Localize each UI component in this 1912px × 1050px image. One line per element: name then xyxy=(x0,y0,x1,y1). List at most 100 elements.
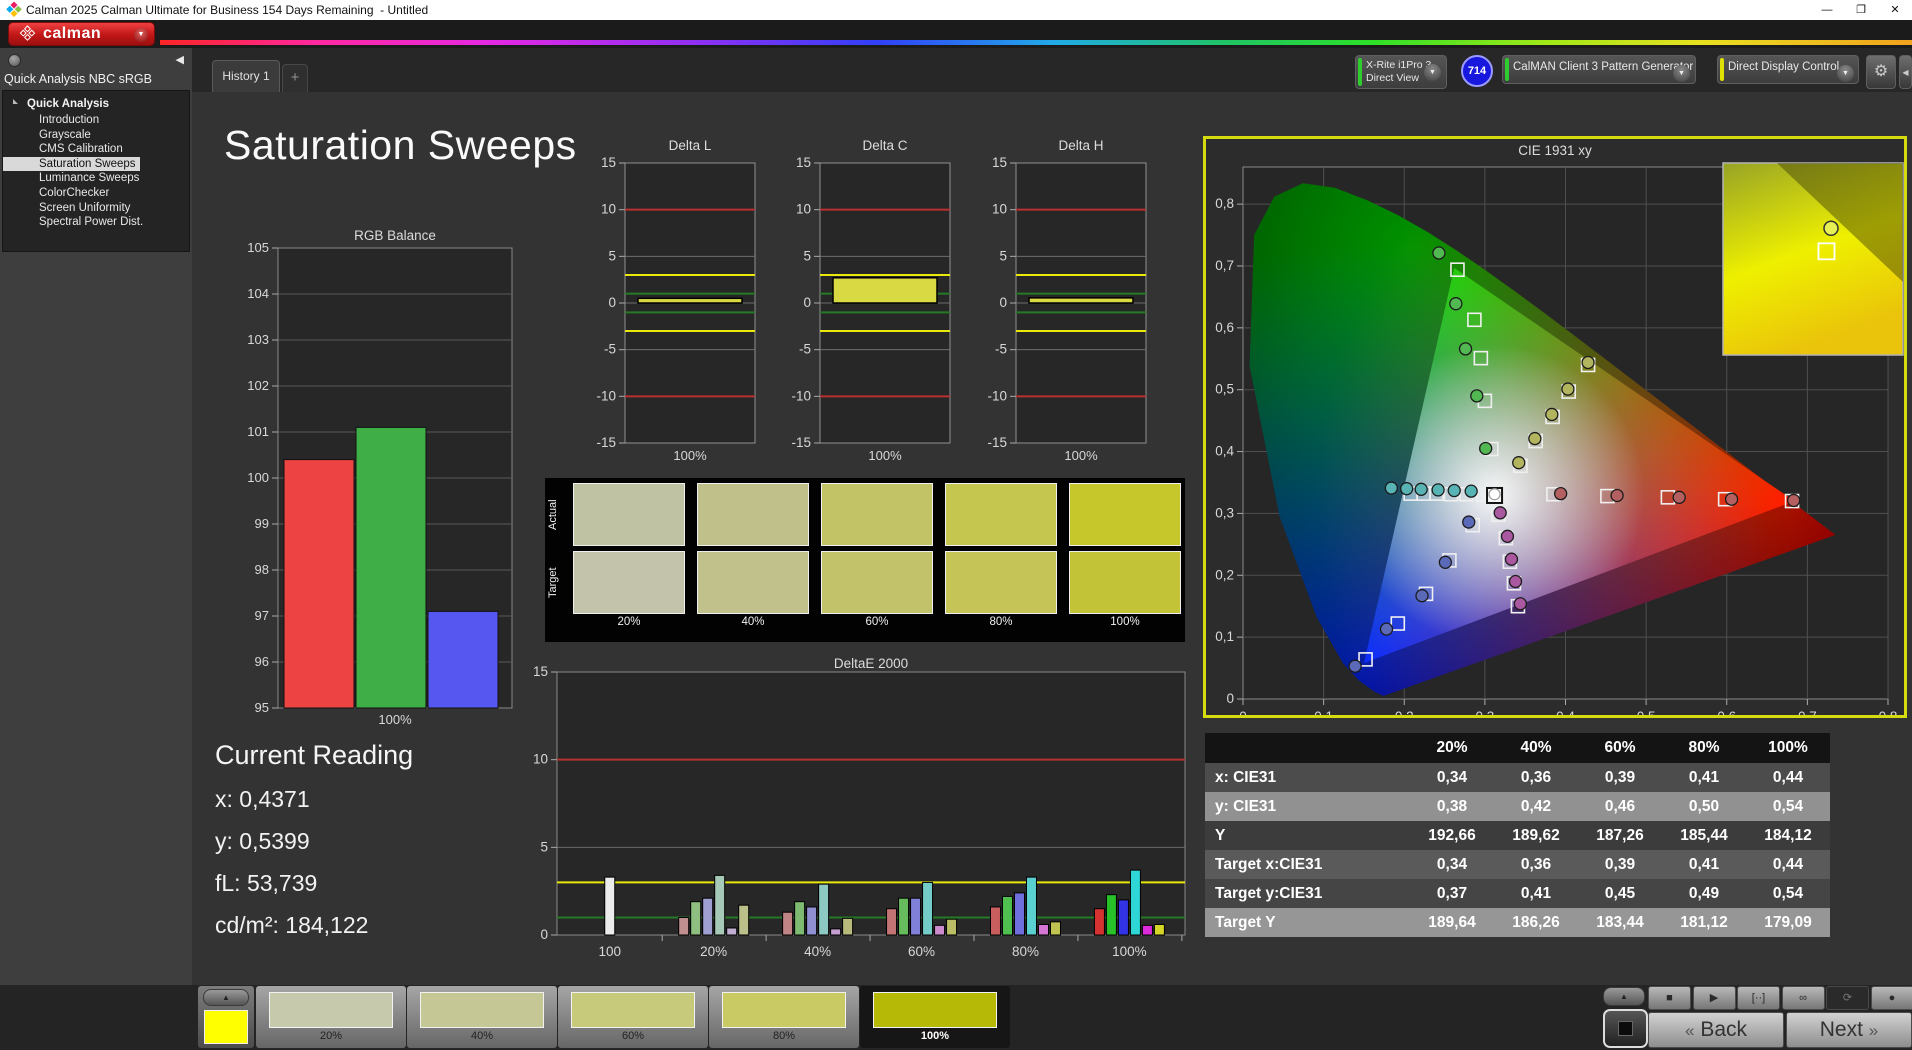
refresh-button[interactable]: ⟳ xyxy=(1826,986,1869,1010)
pattern-swatch-20%[interactable]: 20% xyxy=(256,986,406,1048)
table-cell: 0,36 xyxy=(1520,856,1552,873)
chevron-down-icon[interactable]: ▼ xyxy=(134,28,148,42)
workflow-radio-icon[interactable] xyxy=(8,54,21,67)
settings-button[interactable]: ⚙ xyxy=(1866,55,1896,89)
svg-text:0,8: 0,8 xyxy=(1215,196,1234,211)
tree-root[interactable]: Quick Analysis xyxy=(3,97,189,113)
play-button[interactable]: ▶ xyxy=(1692,986,1736,1010)
swatch-column-label: 80% xyxy=(989,616,1013,628)
svg-text:5: 5 xyxy=(999,248,1007,263)
actual-swatch-80% xyxy=(945,483,1057,546)
meter-reading-badge[interactable]: 714 xyxy=(1461,55,1493,87)
svg-text:100: 100 xyxy=(598,944,621,959)
sidebar-item-saturation-sweeps[interactable]: Saturation Sweeps xyxy=(3,156,140,172)
tab-history-1[interactable]: History 1 xyxy=(212,60,280,92)
svg-text:10: 10 xyxy=(992,202,1007,217)
add-tab-button[interactable]: + xyxy=(282,64,308,92)
sidebar-item-grayscale[interactable]: Grayscale xyxy=(3,128,189,143)
back-button[interactable]: « Back xyxy=(1648,1012,1784,1048)
sidebar-item-spectral-power-dist-[interactable]: Spectral Power Dist. xyxy=(3,215,189,230)
minimize-icon[interactable]: — xyxy=(1810,0,1844,20)
next-button[interactable]: Next » xyxy=(1786,1012,1912,1048)
sidebar-collapse-icon[interactable]: ◀ xyxy=(176,53,184,66)
svg-text:100: 100 xyxy=(247,470,269,485)
pattern-generator-dropdown[interactable]: CalMAN Client 3 Pattern Generator ▼ xyxy=(1502,55,1696,84)
table-cell: 183,44 xyxy=(1596,914,1644,931)
pattern-swatch-100%[interactable]: 100% xyxy=(860,986,1010,1048)
table-cell: 0,41 xyxy=(1520,885,1552,902)
window-title: Calman 2025 Calman Ultimate for Business… xyxy=(26,3,429,17)
svg-text:105: 105 xyxy=(247,240,269,255)
delta-l-chart: 15 10 5 0 -5 -10 -15 xyxy=(596,155,756,450)
svg-text:0,6: 0,6 xyxy=(1215,320,1234,335)
workflow-title: Quick Analysis NBC sRGB xyxy=(4,72,152,86)
pattern-swatch-80%[interactable]: 80% xyxy=(709,986,859,1048)
sidebar-item-cms-calibration[interactable]: CMS Calibration xyxy=(3,142,189,157)
svg-text:0,6: 0,6 xyxy=(1717,709,1736,715)
svg-text:0: 0 xyxy=(1239,709,1247,715)
chevron-down-icon[interactable]: ▼ xyxy=(1837,65,1854,82)
chevron-down-icon[interactable]: ▼ xyxy=(1673,65,1690,82)
table-cell: 0,54 xyxy=(1772,798,1804,815)
svg-text:15: 15 xyxy=(992,155,1007,170)
reading-cdm2: cd/m²: 184,122 xyxy=(215,912,369,938)
tree-expander-icon[interactable] xyxy=(13,99,18,104)
svg-text:-10: -10 xyxy=(791,388,811,403)
pattern-status-stripe xyxy=(1505,58,1509,81)
sidebar-item-screen-uniformity[interactable]: Screen Uniformity xyxy=(3,201,189,216)
target-swatch-60% xyxy=(821,551,933,614)
cie-chart-panel: CIE 1931 xy 0 0,1 0,2 0,3 0,4 0,5 0,6 0,7 0,8 0 0,… xyxy=(1203,136,1907,724)
sidebar-item-introduction[interactable]: Introduction xyxy=(3,113,189,128)
svg-text:104: 104 xyxy=(247,286,269,301)
pattern-bracket-button[interactable]: [··] xyxy=(1737,986,1780,1010)
svg-text:0,7: 0,7 xyxy=(1215,258,1234,273)
chevron-down-icon[interactable]: ▼ xyxy=(1424,64,1441,81)
swatch-column-label: 100% xyxy=(1110,616,1140,628)
calman-menu-button[interactable]: calman ▼ xyxy=(8,22,155,46)
table-cell: 187,26 xyxy=(1596,827,1644,844)
pattern-swatch-40%[interactable]: 40% xyxy=(407,986,557,1048)
delta-l-title: Delta L xyxy=(668,138,712,153)
svg-text:101: 101 xyxy=(247,424,269,439)
table-cell: 0,44 xyxy=(1772,769,1804,786)
svg-text:99: 99 xyxy=(255,516,269,531)
active-pattern-swatch[interactable] xyxy=(204,1010,248,1044)
restore-icon[interactable]: ❐ xyxy=(1844,0,1878,20)
up-arrow-icon: ▲ xyxy=(222,993,230,1002)
spectrum-divider xyxy=(160,40,1912,45)
play-icon: ▶ xyxy=(1709,992,1719,1004)
expand-controls-button[interactable]: ▲ xyxy=(1603,987,1645,1006)
svg-text:0,1: 0,1 xyxy=(1314,709,1333,715)
svg-text:40%: 40% xyxy=(804,944,831,959)
svg-text:15: 15 xyxy=(796,155,811,170)
svg-text:20%: 20% xyxy=(700,944,727,959)
close-icon[interactable]: ✕ xyxy=(1878,0,1912,20)
continuous-read-button[interactable]: ∞ xyxy=(1781,986,1825,1010)
sidebar-item-colorchecker[interactable]: ColorChecker xyxy=(3,186,189,201)
table-cell: 0,39 xyxy=(1604,856,1636,873)
table-cell: 185,44 xyxy=(1680,827,1728,844)
gear-icon: ⚙ xyxy=(1873,63,1889,80)
svg-text:0: 0 xyxy=(999,295,1007,310)
svg-text:60%: 60% xyxy=(908,944,935,959)
delta-l-xlabel: 100% xyxy=(673,448,707,463)
record-button[interactable]: ● xyxy=(1870,986,1912,1010)
table-cell: 0,39 xyxy=(1604,769,1636,786)
row-label: Target Y xyxy=(1215,914,1276,931)
display-control-dropdown[interactable]: Direct Display Control ▼ xyxy=(1717,55,1859,84)
meter-dropdown[interactable]: X-Rite i1Pro 3 Direct View ▼ xyxy=(1355,55,1447,89)
sidebar-item-luminance-sweeps[interactable]: Luminance Sweeps xyxy=(3,171,189,186)
pattern-window-button[interactable] xyxy=(1603,1009,1648,1048)
expand-pattern-panel-button[interactable]: ▲ xyxy=(203,989,249,1006)
target-swatch-100% xyxy=(1069,551,1181,614)
panel-collapse-button[interactable]: ◀ xyxy=(1899,55,1912,89)
row-label: Y xyxy=(1215,827,1226,844)
pattern-swatch-60%[interactable]: 60% xyxy=(558,986,708,1048)
swatch-column-label: 60% xyxy=(865,616,889,628)
svg-text:5: 5 xyxy=(803,248,811,263)
delta-c-chart: 15 10 5 0 -5 -10 -15 xyxy=(791,155,951,450)
stop-button[interactable]: ■ xyxy=(1648,986,1691,1010)
svg-text:0,1: 0,1 xyxy=(1215,629,1234,644)
svg-text:10: 10 xyxy=(601,202,616,217)
svg-text:10: 10 xyxy=(533,752,548,767)
